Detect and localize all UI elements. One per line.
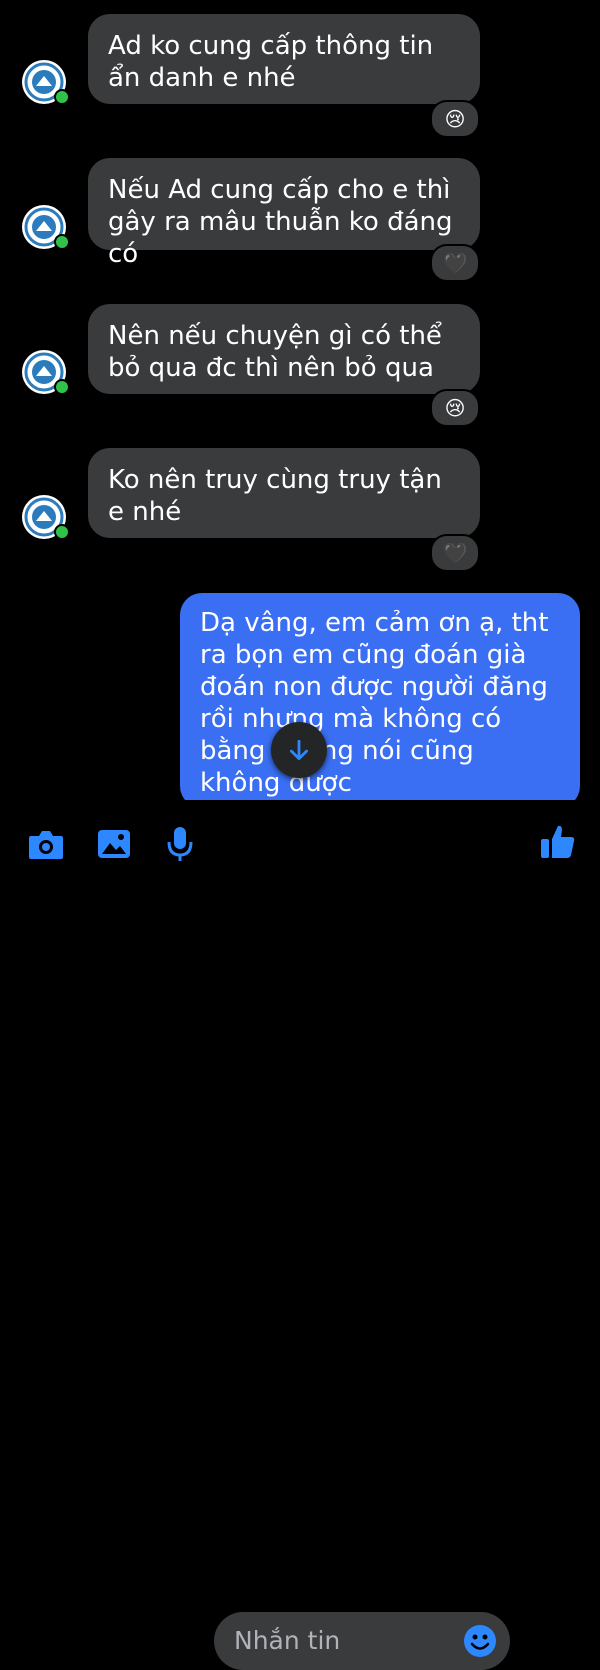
message-input-placeholder: Nhắn tin <box>234 1626 341 1655</box>
message-input[interactable]: Nhắn tin <box>214 1612 510 1670</box>
online-status-dot <box>54 234 70 250</box>
gallery-icon <box>98 830 130 858</box>
reaction-badge[interactable]: 😢 <box>430 389 480 427</box>
camera-button[interactable] <box>24 822 68 866</box>
online-status-dot <box>54 524 70 540</box>
reaction-badge[interactable]: 😢 <box>430 100 480 138</box>
reaction-badge[interactable]: 🖤 <box>430 244 480 282</box>
incoming-message-bubble[interactable]: Ko nên truy cùng truy tận e nhé <box>88 448 480 538</box>
thumbs-up-icon <box>541 825 575 858</box>
online-status-dot <box>54 379 70 395</box>
online-status-dot <box>54 89 70 105</box>
incoming-message-bubble[interactable]: Nên nếu chuyện gì có thể bỏ qua đc thì n… <box>88 304 480 394</box>
composer-bar: Nhắn tin <box>0 800 600 1670</box>
message-text: Ad ko cung cấp thông tin ẩn danh e nhé <box>108 31 434 93</box>
arrow-down-icon <box>290 739 308 761</box>
message-text: Dạ vâng, em cảm ơn ạ, tht ra bọn em cũng… <box>200 608 549 798</box>
sad-reaction-icon: 😢 <box>444 107 466 131</box>
camera-icon <box>29 831 63 859</box>
incoming-message-bubble[interactable]: Ad ko cung cấp thông tin ẩn danh e nhé <box>88 14 480 104</box>
emoji-button[interactable] <box>462 1623 498 1659</box>
message-text: Nên nếu chuyện gì có thể bỏ qua đc thì n… <box>108 321 442 383</box>
microphone-button[interactable] <box>158 822 202 866</box>
message-text: Ko nên truy cùng truy tận e nhé <box>108 465 442 527</box>
heart-reaction-icon: 🖤 <box>442 541 468 565</box>
reaction-badge[interactable]: 🖤 <box>430 534 480 572</box>
scroll-to-bottom-button[interactable] <box>271 722 327 778</box>
heart-reaction-icon: 🖤 <box>442 251 468 275</box>
message-text: Nếu Ad cung cấp cho e thì gây ra mâu thu… <box>108 175 453 269</box>
microphone-icon <box>167 827 193 861</box>
like-button[interactable] <box>534 818 582 866</box>
gallery-button[interactable] <box>92 822 136 866</box>
sad-reaction-icon: 😢 <box>444 396 466 420</box>
emoji-icon <box>464 1625 496 1657</box>
incoming-message-bubble[interactable]: Nếu Ad cung cấp cho e thì gây ra mâu thu… <box>88 158 480 269</box>
outgoing-message-bubble[interactable]: Dạ vâng, em cảm ơn ạ, tht ra bọn em cũng… <box>180 593 580 808</box>
